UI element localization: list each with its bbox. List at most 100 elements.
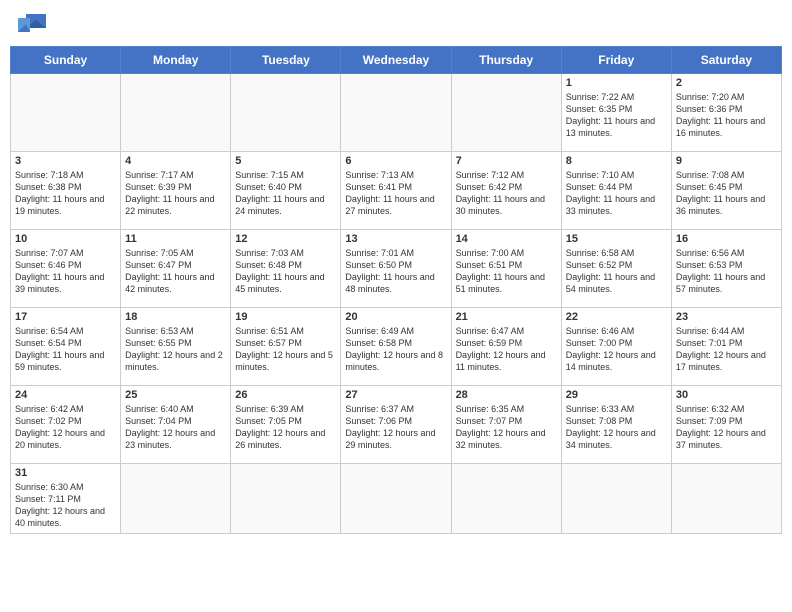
day-info: Sunrise: 6:51 AM Sunset: 6:57 PM Dayligh… [235,325,336,374]
calendar-cell: 15 Sunrise: 6:58 AM Sunset: 6:52 PM Dayli… [561,230,671,308]
calendar-cell: 10Sunrise: 7:07 AM Sunset: 6:46 PM Dayli… [11,230,121,308]
calendar-cell [671,464,781,534]
calendar-cell: 23Sunrise: 6:44 AM Sunset: 7:01 PM Dayli… [671,308,781,386]
day-number: 22 [566,311,667,323]
day-info: Sunrise: 6:56 AM Sunset: 6:53 PM Dayligh… [676,247,777,296]
page-header [10,10,782,38]
calendar-cell: 4 Sunrise: 7:17 AM Sunset: 6:39 PM Daylig… [121,152,231,230]
calendar-cell [121,464,231,534]
day-info: Sunrise: 7:07 AM Sunset: 6:46 PM Dayligh… [15,247,116,296]
day-number: 8 [566,155,667,167]
day-number: 30 [676,389,777,401]
day-info: Sunrise: 7:17 AM Sunset: 6:39 PM Dayligh… [125,169,226,218]
calendar-cell: 26 Sunrise: 6:39 AM Sunset: 7:05 PM Dayli… [231,386,341,464]
day-number: 24 [15,389,116,401]
day-info: Sunrise: 6:42 AM Sunset: 7:02 PM Dayligh… [15,403,116,452]
day-number: 31 [15,467,116,479]
day-number: 21 [456,311,557,323]
day-number: 4 [125,155,226,167]
day-number: 26 [235,389,336,401]
calendar-cell [561,464,671,534]
day-number: 18 [125,311,226,323]
calendar-cell: 29Sunrise: 6:33 AM Sunset: 7:08 PM Dayli… [561,386,671,464]
day-info: Sunrise: 7:08 AM Sunset: 6:45 PM Dayligh… [676,169,777,218]
day-number: 25 [125,389,226,401]
day-info: Sunrise: 6:49 AM Sunset: 6:58 PM Dayligh… [345,325,446,374]
day-info: Sunrise: 7:03 AM Sunset: 6:48 PM Dayligh… [235,247,336,296]
day-number: 5 [235,155,336,167]
calendar-cell: 22 Sunrise: 6:46 AM Sunset: 7:00 PM Dayli… [561,308,671,386]
calendar-cell: 27 Sunrise: 6:37 AM Sunset: 7:06 PM Dayli… [341,386,451,464]
calendar-cell: 8 Sunrise: 7:10 AM Sunset: 6:44 PM Daylig… [561,152,671,230]
week-row-3: 10Sunrise: 7:07 AM Sunset: 6:46 PM Dayli… [11,230,782,308]
calendar-cell: 25 Sunrise: 6:40 AM Sunset: 7:04 PM Dayli… [121,386,231,464]
week-row-4: 17Sunrise: 6:54 AM Sunset: 6:54 PM Dayli… [11,308,782,386]
calendar-cell [451,74,561,152]
calendar-cell [341,74,451,152]
day-number: 12 [235,233,336,245]
logo [14,10,50,38]
day-info: Sunrise: 7:01 AM Sunset: 6:50 PM Dayligh… [345,247,446,296]
day-info: Sunrise: 7:15 AM Sunset: 6:40 PM Dayligh… [235,169,336,218]
week-row-2: 3Sunrise: 7:18 AM Sunset: 6:38 PM Daylig… [11,152,782,230]
weekday-saturday: Saturday [671,47,781,74]
calendar-cell: 5 Sunrise: 7:15 AM Sunset: 6:40 PM Daylig… [231,152,341,230]
day-info: Sunrise: 6:37 AM Sunset: 7:06 PM Dayligh… [345,403,446,452]
calendar-cell: 31 Sunrise: 6:30 AM Sunset: 7:11 PM Dayli… [11,464,121,534]
weekday-friday: Friday [561,47,671,74]
day-info: Sunrise: 6:30 AM Sunset: 7:11 PM Dayligh… [15,481,116,530]
calendar-cell [341,464,451,534]
day-info: Sunrise: 7:10 AM Sunset: 6:44 PM Dayligh… [566,169,667,218]
logo-icon [18,10,50,38]
day-info: Sunrise: 7:13 AM Sunset: 6:41 PM Dayligh… [345,169,446,218]
day-info: Sunrise: 6:32 AM Sunset: 7:09 PM Dayligh… [676,403,777,452]
calendar-cell [231,74,341,152]
day-info: Sunrise: 6:35 AM Sunset: 7:07 PM Dayligh… [456,403,557,452]
day-number: 16 [676,233,777,245]
weekday-sunday: Sunday [11,47,121,74]
calendar-cell: 2 Sunrise: 7:20 AM Sunset: 6:36 PM Daylig… [671,74,781,152]
calendar-cell: 21 Sunrise: 6:47 AM Sunset: 6:59 PM Dayli… [451,308,561,386]
calendar-cell: 9 Sunrise: 7:08 AM Sunset: 6:45 PM Daylig… [671,152,781,230]
weekday-tuesday: Tuesday [231,47,341,74]
day-info: Sunrise: 6:33 AM Sunset: 7:08 PM Dayligh… [566,403,667,452]
day-info: Sunrise: 6:39 AM Sunset: 7:05 PM Dayligh… [235,403,336,452]
calendar-cell: 12 Sunrise: 7:03 AM Sunset: 6:48 PM Dayli… [231,230,341,308]
day-info: Sunrise: 6:47 AM Sunset: 6:59 PM Dayligh… [456,325,557,374]
weekday-header-row: SundayMondayTuesdayWednesdayThursdayFrid… [11,47,782,74]
calendar-cell: 16 Sunrise: 6:56 AM Sunset: 6:53 PM Dayli… [671,230,781,308]
day-number: 9 [676,155,777,167]
calendar-cell: 30 Sunrise: 6:32 AM Sunset: 7:09 PM Dayli… [671,386,781,464]
calendar-body: 1Sunrise: 7:22 AM Sunset: 6:35 PM Daylig… [11,74,782,534]
day-number: 7 [456,155,557,167]
weekday-thursday: Thursday [451,47,561,74]
day-number: 17 [15,311,116,323]
day-number: 2 [676,77,777,89]
calendar-cell [121,74,231,152]
calendar-cell: 3Sunrise: 7:18 AM Sunset: 6:38 PM Daylig… [11,152,121,230]
day-number: 6 [345,155,446,167]
day-number: 11 [125,233,226,245]
day-info: Sunrise: 7:20 AM Sunset: 6:36 PM Dayligh… [676,91,777,140]
day-info: Sunrise: 6:40 AM Sunset: 7:04 PM Dayligh… [125,403,226,452]
day-number: 15 [566,233,667,245]
day-info: Sunrise: 6:46 AM Sunset: 7:00 PM Dayligh… [566,325,667,374]
day-number: 19 [235,311,336,323]
calendar-cell: 7Sunrise: 7:12 AM Sunset: 6:42 PM Daylig… [451,152,561,230]
week-row-6: 31 Sunrise: 6:30 AM Sunset: 7:11 PM Dayli… [11,464,782,534]
day-info: Sunrise: 7:22 AM Sunset: 6:35 PM Dayligh… [566,91,667,140]
day-number: 14 [456,233,557,245]
day-info: Sunrise: 6:58 AM Sunset: 6:52 PM Dayligh… [566,247,667,296]
weekday-monday: Monday [121,47,231,74]
day-info: Sunrise: 7:18 AM Sunset: 6:38 PM Dayligh… [15,169,116,218]
calendar-cell: 14Sunrise: 7:00 AM Sunset: 6:51 PM Dayli… [451,230,561,308]
day-number: 27 [345,389,446,401]
day-number: 13 [345,233,446,245]
calendar-cell: 1Sunrise: 7:22 AM Sunset: 6:35 PM Daylig… [561,74,671,152]
calendar-cell [231,464,341,534]
calendar-cell: 24 Sunrise: 6:42 AM Sunset: 7:02 PM Dayli… [11,386,121,464]
calendar-cell: 11Sunrise: 7:05 AM Sunset: 6:47 PM Dayli… [121,230,231,308]
calendar-cell: 19 Sunrise: 6:51 AM Sunset: 6:57 PM Dayli… [231,308,341,386]
weekday-wednesday: Wednesday [341,47,451,74]
day-number: 23 [676,311,777,323]
